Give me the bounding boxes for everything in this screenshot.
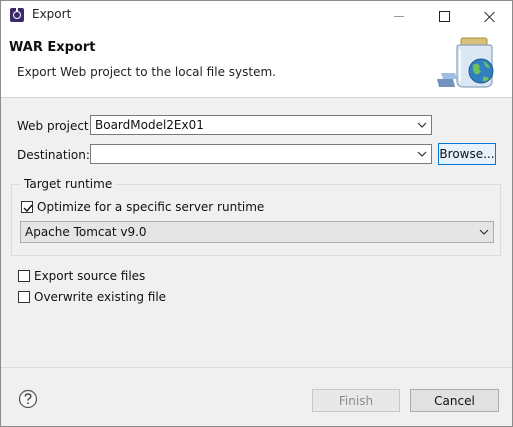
chevron-down-icon: [479, 229, 489, 235]
footer-divider: [1, 367, 512, 368]
server-runtime-combo[interactable]: Apache Tomcat v9.0: [20, 221, 494, 243]
optimize-label: Optimize for a specific server runtime: [37, 200, 265, 214]
check-icon: [23, 204, 33, 213]
web-project-combo[interactable]: BoardModel2Ex01: [90, 115, 432, 135]
close-icon: [484, 11, 495, 22]
export-source-label: Export source files: [34, 269, 146, 283]
eclipse-icon: [10, 8, 24, 22]
title-bar: Export: [1, 1, 512, 31]
destination-combo[interactable]: [90, 144, 432, 164]
chevron-down-icon: [417, 151, 427, 157]
overwrite-checkbox[interactable]: [18, 291, 30, 303]
maximize-button[interactable]: [421, 1, 467, 31]
overwrite-label: Overwrite existing file: [34, 290, 167, 304]
target-runtime-group: Target runtime Optimize for a specific s…: [11, 177, 501, 256]
minimize-icon: [394, 15, 404, 17]
maximize-icon: [438, 10, 450, 22]
wizard-header: WAR Export Export Web project to the loc…: [1, 31, 512, 98]
web-project-value: BoardModel2Ex01: [95, 118, 204, 132]
finish-button[interactable]: Finish: [312, 389, 400, 412]
help-icon[interactable]: [18, 389, 38, 409]
wizard-description: Export Web project to the local file sys…: [17, 65, 276, 79]
war-export-wizard-icon: [437, 37, 494, 88]
browse-button[interactable]: Browse...: [438, 143, 496, 165]
export-source-checkbox[interactable]: [18, 270, 30, 282]
chevron-down-icon: [417, 122, 427, 128]
wizard-title: WAR Export: [9, 40, 96, 55]
destination-label: Destination:: [17, 148, 90, 162]
window-title: Export: [32, 7, 72, 21]
server-runtime-value: Apache Tomcat v9.0: [25, 225, 147, 239]
optimize-checkbox[interactable]: [21, 201, 33, 213]
cancel-button[interactable]: Cancel: [410, 389, 499, 412]
target-runtime-title: Target runtime: [21, 177, 116, 191]
export-dialog: Export WAR Export Export Web project to …: [0, 0, 513, 427]
web-project-label: Web project:: [17, 119, 93, 133]
minimize-button[interactable]: [376, 1, 422, 31]
close-button[interactable]: [466, 1, 512, 31]
